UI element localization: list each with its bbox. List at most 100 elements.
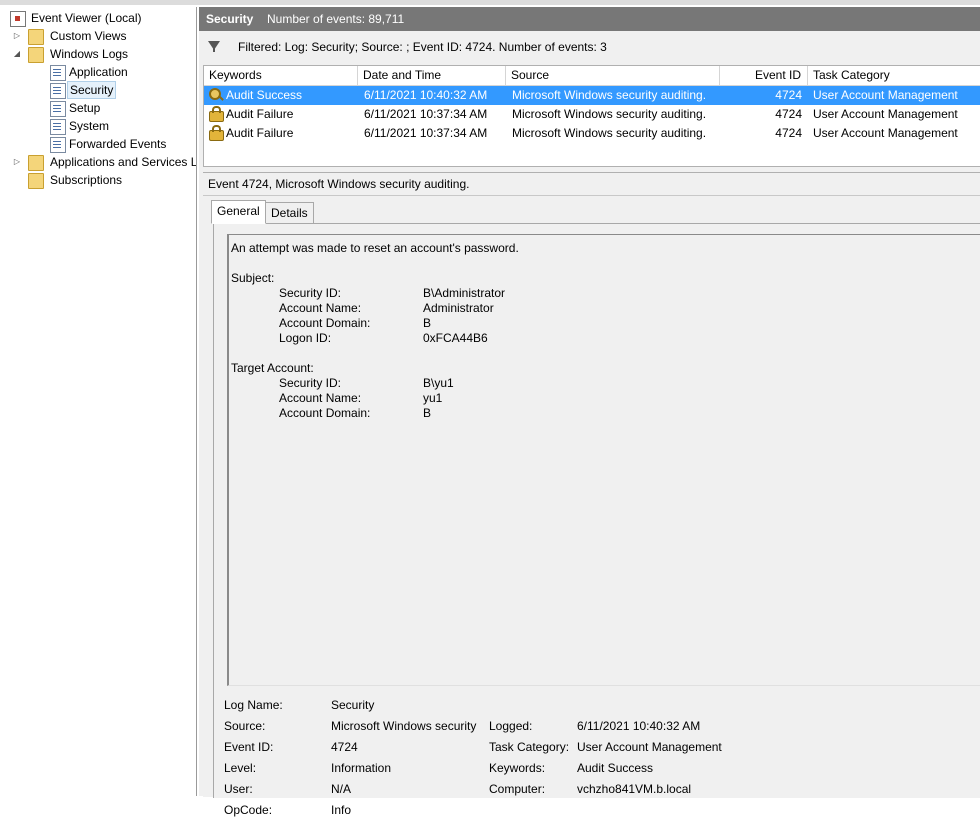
user-label: User: xyxy=(224,782,253,796)
filter-description: Filtered: Log: Security; Source: ; Event… xyxy=(238,40,607,54)
logged-value: 6/11/2021 10:40:32 AM xyxy=(577,719,701,733)
cell-keywords: Audit Failure xyxy=(226,126,294,140)
table-row[interactable]: Audit Failure 6/11/2021 10:37:34 AM Micr… xyxy=(204,105,980,124)
window-top-strip xyxy=(0,0,980,5)
event-viewer-icon xyxy=(10,11,26,27)
log-name-label: Log Name: xyxy=(224,698,283,712)
subject-security-id-label: Security ID: xyxy=(279,286,342,300)
tree-item-label: Custom Views xyxy=(50,29,127,43)
opcode-value: Info xyxy=(331,803,352,817)
source-label: Source: xyxy=(224,719,266,733)
computer-label: Computer: xyxy=(489,782,546,796)
event-description[interactable]: An attempt was made to reset an account'… xyxy=(227,234,980,686)
task-category-label: Task Category: xyxy=(489,740,570,754)
level-value: Information xyxy=(331,761,392,775)
log-name-value: Security xyxy=(331,698,375,712)
log-title: Security xyxy=(206,12,254,26)
tab-general[interactable]: General xyxy=(211,200,266,224)
tree-item-label: System xyxy=(69,119,110,133)
opcode-label: OpCode: xyxy=(224,803,273,817)
keywords-label: Keywords: xyxy=(489,761,546,775)
column-header-keywords[interactable]: Keywords xyxy=(204,66,358,85)
console-tree: Event Viewer (Local) ▷ Custom Views ◢ Wi… xyxy=(4,7,197,796)
collapse-arrow-icon[interactable]: ◢ xyxy=(12,45,22,63)
cell-date-time: 6/11/2021 10:37:34 AM xyxy=(364,126,488,140)
column-header-source[interactable]: Source xyxy=(506,66,720,85)
event-id-value: 4724 xyxy=(331,740,358,754)
log-icon xyxy=(50,119,66,135)
cell-keywords: Audit Success xyxy=(226,88,303,102)
target-security-id: B\yu1 xyxy=(423,376,454,390)
tree-item-label: Event Viewer (Local) xyxy=(31,11,142,25)
subscriptions-icon xyxy=(28,173,44,189)
target-security-id-label: Security ID: xyxy=(279,376,342,390)
subject-account-name-label: Account Name: xyxy=(279,301,362,315)
folder-icon xyxy=(28,47,44,63)
lock-icon xyxy=(209,106,224,122)
folder-icon xyxy=(28,29,44,45)
tree-item-label: Security xyxy=(67,81,117,99)
subject-account-domain-label: Account Domain: xyxy=(279,316,371,330)
column-header-event-id[interactable]: Event ID xyxy=(720,66,808,85)
lock-icon xyxy=(209,125,224,141)
subject-account-name: Administrator xyxy=(423,301,494,315)
tree-item-label: Applications and Services L xyxy=(50,155,197,169)
event-detail-pane: Event 4724, Microsoft Windows security a… xyxy=(203,172,980,817)
keywords-value: Audit Success xyxy=(577,761,654,775)
target-account-domain: B xyxy=(423,406,432,420)
key-icon xyxy=(209,88,221,100)
expand-arrow-icon[interactable]: ▷ xyxy=(12,27,22,45)
tree-item-label: Subscriptions xyxy=(50,173,123,187)
folder-icon xyxy=(28,155,44,171)
source-value: Microsoft Windows security xyxy=(331,719,477,733)
column-header-date-time[interactable]: Date and Time xyxy=(358,66,506,85)
cell-source: Microsoft Windows security auditing. xyxy=(512,88,707,102)
subject-header: Subject: xyxy=(231,271,275,285)
cell-task-category: User Account Management xyxy=(813,88,958,102)
tree-item-label: Windows Logs xyxy=(50,47,129,61)
divider xyxy=(203,195,980,196)
event-detail-title: Event 4724, Microsoft Windows security a… xyxy=(208,177,470,191)
event-list: Keywords Date and Time Source Event ID T… xyxy=(203,65,980,167)
filter-bar: Filtered: Log: Security; Source: ; Event… xyxy=(199,34,980,61)
cell-task-category: User Account Management xyxy=(813,107,958,121)
subject-account-domain: B xyxy=(423,316,432,330)
table-row[interactable]: Audit Success 6/11/2021 10:40:32 AM Micr… xyxy=(204,86,980,105)
computer-value: vchzho841VM.b.local xyxy=(577,782,692,796)
event-id-label: Event ID: xyxy=(224,740,274,754)
user-value: N/A xyxy=(331,782,352,796)
column-header-task-category[interactable]: Task Category xyxy=(808,66,980,85)
tree-item-label: Forwarded Events xyxy=(69,137,167,151)
results-pane: Security Number of events: 89,711 Filter… xyxy=(199,7,980,817)
level-label: Level: xyxy=(224,761,257,775)
general-tab-panel: An attempt was made to reset an account'… xyxy=(213,223,980,817)
table-row[interactable]: Audit Failure 6/11/2021 10:37:34 AM Micr… xyxy=(204,124,980,143)
cell-keywords: Audit Failure xyxy=(226,107,294,121)
cell-source: Microsoft Windows security auditing. xyxy=(512,126,707,140)
tree-item-label: Application xyxy=(69,65,128,79)
filter-icon xyxy=(208,41,220,52)
cell-event-id: 4724 xyxy=(775,88,802,102)
event-list-header: Keywords Date and Time Source Event ID T… xyxy=(204,66,980,86)
target-account-name: yu1 xyxy=(423,391,443,405)
logged-label: Logged: xyxy=(489,719,533,733)
cell-date-time: 6/11/2021 10:37:34 AM xyxy=(364,107,488,121)
cell-task-category: User Account Management xyxy=(813,126,958,140)
log-icon xyxy=(50,83,66,99)
event-count: Number of events: 89,711 xyxy=(267,12,405,26)
cell-event-id: 4724 xyxy=(775,107,802,121)
task-category-value: User Account Management xyxy=(577,740,722,754)
log-icon xyxy=(50,137,66,153)
log-icon xyxy=(50,65,66,81)
tab-details[interactable]: Details xyxy=(265,202,314,224)
target-account-header: Target Account: xyxy=(231,361,314,375)
log-title-bar: Security Number of events: 89,711 xyxy=(199,7,980,31)
expand-arrow-icon[interactable]: ▷ xyxy=(12,153,22,171)
cell-event-id: 4724 xyxy=(775,126,802,140)
target-account-name-label: Account Name: xyxy=(279,391,362,405)
subject-security-id: B\Administrator xyxy=(423,286,506,300)
cell-source: Microsoft Windows security auditing. xyxy=(512,107,707,121)
tree-item-label: Setup xyxy=(69,101,101,115)
target-account-domain-label: Account Domain: xyxy=(279,406,371,420)
cell-date-time: 6/11/2021 10:40:32 AM xyxy=(364,88,488,102)
